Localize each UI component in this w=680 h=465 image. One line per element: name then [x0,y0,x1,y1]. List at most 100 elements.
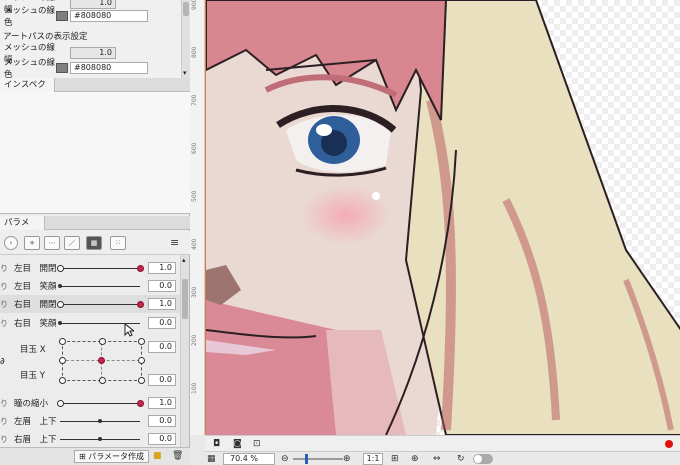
param-row[interactable]: り 左眉 上下 0.0 [0,412,180,430]
param-slider[interactable] [57,264,144,272]
mesh-color-swatch[interactable] [56,11,68,21]
ruler-mark: 700 [191,94,198,106]
rotate-icon[interactable]: ↻ [457,453,465,465]
flip-icon[interactable]: ⇔ [433,453,441,465]
art-color-input[interactable]: #808080 [70,62,148,74]
param-prefix: り [0,281,8,291]
param-name: 右眉 上下 [14,435,57,445]
param-value-input[interactable]: 0.0 [148,415,176,427]
param-name: 右目 笑顔 [14,319,57,329]
param-value-input[interactable]: 0.0 [148,280,176,292]
param-prefix: り [0,263,8,273]
param-value-input[interactable]: 0.0 [148,374,176,386]
param-slider[interactable] [57,300,144,308]
param-prefix: り [0,318,8,328]
param-value-input[interactable]: 0.0 [148,341,176,353]
param-value-input[interactable]: 0.0 [148,317,176,329]
param-row[interactable]: り 右目 笑顔 0.0 [0,314,180,332]
scroll-thumb[interactable] [183,2,189,16]
camera-icon[interactable]: ◘ [213,438,220,450]
ruler-mark: 500 [191,190,198,202]
trash-icon[interactable]: 🗑 [172,450,183,462]
param-name: 右目 開閉 [14,300,57,310]
camera-add-icon[interactable]: ⊡ [253,438,261,450]
slider-knob[interactable] [137,300,144,308]
param-prefix: り [0,398,8,408]
art-color-swatch[interactable] [56,63,68,73]
ruler-mark: 800 [191,46,198,58]
param-row[interactable]: り 右眉 上下 0.0 [0,430,180,448]
parameters-scrollbar[interactable]: ▴ [180,255,189,447]
keyform-icon[interactable]: ▦ [86,236,102,250]
camera-settings-icon[interactable]: ◙ [233,438,242,450]
mesh-color-input[interactable]: #808080 [70,10,148,22]
add-keys-icon[interactable]: ⋯ [44,236,60,250]
param-value-input[interactable]: 1.0 [148,298,176,310]
param-slider[interactable] [60,436,140,441]
art-width-input[interactable]: 1.0 [70,47,116,59]
menu-icon[interactable]: ≡ [170,237,179,249]
param-value-input[interactable]: 1.0 [148,397,176,409]
slider-knob[interactable] [98,418,102,423]
param-2d-grid[interactable] [59,338,145,384]
checker-icon[interactable]: ▦ [207,453,216,465]
zoom-out-icon[interactable]: ⊖ [281,453,289,465]
scroll-up-icon[interactable]: ▴ [182,256,186,264]
model-canvas[interactable] [205,0,680,435]
create-parameter-button[interactable]: ⊞ パラメータ作成 [74,450,150,463]
zoom-slider-knob[interactable] [305,454,308,464]
scroll-down-icon[interactable]: ▾ [183,69,187,77]
zoom-input[interactable]: 70.4 % [223,453,275,465]
param-name: 左目 笑顔 [14,282,57,292]
param-prefix: り [0,434,8,444]
parameters-footer: ⊞ パラメータ作成 ■ 🗑 [0,447,190,465]
slider-knob[interactable] [137,399,144,407]
param-name: 瞳の縮小 [14,399,49,409]
mesh-width-input[interactable]: 1.0 [70,0,116,9]
ruler-mark: 300 [191,286,198,298]
inspector-tab-bar: インスペクタ [0,78,190,104]
param-name: 左目 開閉 [14,264,57,274]
param-slider[interactable] [58,283,140,288]
param-slider[interactable] [60,418,140,423]
inspector-body [0,92,190,214]
parameters-tab-bar: パラメータ [0,216,190,242]
center-icon[interactable]: ⊕ [411,453,419,465]
status-bar: ▦ 70.4 % ⊖ ⊕ 1:1 ⊞ ⊕ ⇔ ↻ ⟲ [205,451,680,465]
zoom-in-icon[interactable]: ⊕ [343,453,351,465]
slider-knob[interactable] [58,283,62,288]
param-row[interactable]: り 左目 笑顔 0.0 [0,277,180,295]
param-slider[interactable] [57,399,144,407]
slider-knob[interactable] [98,357,105,364]
param-value-input[interactable]: 1.0 [148,262,176,274]
toggle-switch[interactable] [473,454,493,464]
fit-icon[interactable]: ⊞ [391,453,399,465]
slider-knob[interactable] [58,320,62,325]
record-icon[interactable] [665,440,673,448]
play-icon[interactable]: › [4,236,18,250]
param-value-input[interactable]: 0.0 [148,433,176,445]
remove-key-icon[interactable]: ／ [64,236,80,250]
param-row-selected[interactable]: り 右目 開閉 1.0 [0,295,180,313]
ruler-mark: 400 [191,238,198,250]
folder-icon[interactable]: ■ [153,450,162,462]
param-name: 左眉 上下 [14,417,57,427]
grid-icon[interactable]: ⁙ [110,236,126,250]
tab-inspector[interactable]: インスペクタ [0,78,55,104]
scroll-thumb[interactable] [182,279,188,319]
link-icon[interactable]: ∂ [0,357,5,367]
zoom-slider[interactable] [293,454,343,464]
param-row[interactable]: り 左目 開閉 1.0 [0,259,180,277]
slider-knob[interactable] [98,436,102,441]
param-name: 目玉 X [20,345,46,355]
actual-size-button[interactable]: 1:1 [363,453,383,465]
param-prefix: り [0,416,8,426]
slider-knob[interactable] [137,264,144,272]
param-row[interactable]: り 瞳の縮小 1.0 [0,394,180,412]
tab-parameters[interactable]: パラメータ [0,216,45,242]
ruler-mark: 900 [191,0,198,10]
add-key-icon[interactable]: + [24,236,40,250]
vertical-ruler: 900 800 700 600 500 400 300 200 100 [190,0,205,435]
mesh-panel-scrollbar[interactable]: ▾ [181,0,190,78]
ruler-mark: 200 [191,334,198,346]
